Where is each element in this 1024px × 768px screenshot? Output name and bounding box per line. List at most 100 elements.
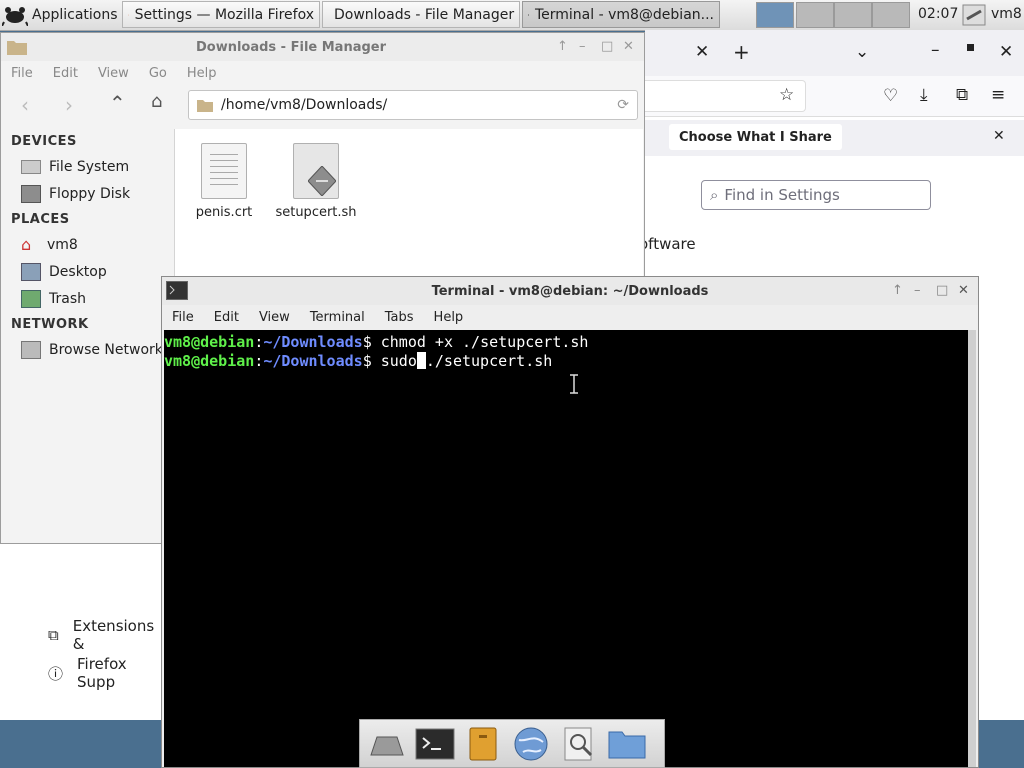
menu-help[interactable]: Help [187,66,217,81]
workspace-4[interactable] [872,2,910,28]
choose-what-i-share-button[interactable]: Choose What I Share [669,124,842,150]
trash-icon [21,289,41,308]
location-bar[interactable]: /home/vm8/Downloads/ ⟳ [188,90,638,120]
close-window-icon[interactable]: ✕ [999,42,1013,62]
minimize-icon[interactable]: – [914,283,921,298]
firefox-sidebar-lower: ⧉ Extensions & ⓘ Firefox Supp [0,543,162,720]
sidebar-item-file-system[interactable]: File System [1,153,174,180]
menu-go[interactable]: Go [149,66,167,81]
applications-label: Applications [32,7,118,23]
close-icon[interactable]: ✕ [958,283,969,298]
find-in-settings-input[interactable]: ⌕ Find in Settings [701,180,931,210]
app-finder-icon[interactable] [556,723,602,765]
applications-menu[interactable]: Applications [2,2,118,28]
pocket-icon[interactable]: ♡ [883,86,898,106]
back-icon[interactable]: ‹ [21,93,29,117]
close-notification-icon[interactable]: ✕ [993,128,1005,144]
workspace-1[interactable] [756,2,794,28]
parent-folder-icon[interactable]: ⌃ [109,91,126,115]
workspace-3[interactable] [834,2,872,28]
window-title: Downloads - File Manager [195,40,387,55]
close-icon[interactable]: ✕ [623,39,634,54]
minimize-icon[interactable]: – [931,40,940,60]
folder-icon[interactable] [604,723,650,765]
shade-icon[interactable]: ↑ [892,283,903,298]
menu-view[interactable]: View [98,66,129,81]
menu-terminal[interactable]: Terminal [300,310,375,325]
task-firefox[interactable]: Settings — Mozilla Firefox [122,1,320,28]
terminal-scrollbar[interactable] [968,330,976,767]
window-title: Terminal - vm8@debian: ~/Downloads [431,284,709,299]
shade-icon[interactable]: ↑ [557,39,568,54]
firefox-support-link[interactable]: ⓘ Firefox Supp [48,655,162,691]
url-bar[interactable]: ☆ [645,80,806,112]
file-name: penis.crt [195,205,253,220]
downloads-icon[interactable]: ⤓ [920,85,928,105]
folder-icon [197,100,213,112]
help-icon: ⓘ [48,664,64,683]
extensions-link[interactable]: ⧉ Extensions & [48,617,162,653]
menu-file[interactable]: File [162,310,204,325]
prompt-dir: ~/Downloads [263,352,363,370]
maximize-icon[interactable]: □ [936,283,948,298]
file-item-penis-crt[interactable]: penis.crt [179,143,269,220]
sidebar-item-desktop[interactable]: Desktop [1,258,174,285]
task-label: Terminal - vm8@debian... [534,6,714,23]
menu-tabs[interactable]: Tabs [375,310,424,325]
maximize-icon[interactable]: □ [601,39,613,54]
workspace-2[interactable] [796,2,834,28]
reload-icon[interactable]: ⟳ [617,97,629,113]
terminal-icon[interactable] [412,723,458,765]
menu-icon[interactable]: ≡ [991,85,1005,105]
sidebar-item-label: File System [49,158,130,175]
sidebar-item-browse-network[interactable]: Browse Network [1,336,174,363]
show-desktop-icon[interactable] [364,723,410,765]
terminal-window: Terminal - vm8@debian: ~/Downloads ↑ – □… [161,276,979,768]
network-icon[interactable] [962,4,986,26]
command-text: sudo [380,352,417,370]
minimize-icon[interactable]: – [579,39,586,54]
terminal-line: vm8@debian:~/Downloads$ sudo ./setupcert.… [164,352,553,370]
prompt-user: vm8@debian [164,333,255,351]
menu-file[interactable]: File [11,66,33,81]
terminal-output[interactable]: vm8@debian:~/Downloads$ chmod +x ./setup… [164,330,968,767]
prompt-symbol: $ [362,352,372,370]
close-tab-icon[interactable]: ✕ [695,42,709,62]
task-file-manager[interactable]: Downloads - File Manager [322,1,520,28]
home-icon[interactable]: ⌂ [151,91,162,112]
file-item-setupcert-sh[interactable]: setupcert.sh [271,143,361,220]
prompt-dir: ~/Downloads [263,333,363,351]
list-tabs-icon[interactable]: ⌄ [855,42,869,62]
menu-edit[interactable]: Edit [204,310,249,325]
link-label: Firefox Supp [77,655,127,691]
menu-view[interactable]: View [249,310,300,325]
dock-panel [359,719,665,768]
sidebar-item-label: Floppy Disk [49,185,131,202]
sidebar-item-trash[interactable]: Trash [1,285,174,312]
menu-edit[interactable]: Edit [53,66,78,81]
sidebar-item-label: Desktop [49,263,107,280]
network-icon [21,340,41,359]
firefox-tabbar: ✕ + ⌄ – ✕ [645,30,1024,76]
task-terminal[interactable]: Terminal - vm8@debian... [522,1,720,28]
shell-script-icon [293,143,339,199]
link-label: Extensions & [72,617,155,653]
bookmark-star-icon[interactable]: ☆ [779,85,794,105]
menu-help[interactable]: Help [424,310,474,325]
task-label: Settings — Mozilla Firefox [134,6,314,23]
file-manager-icon[interactable] [460,723,506,765]
notification-bar: Choose What I Share ✕ [645,120,1024,156]
new-tab-icon[interactable]: + [733,40,750,64]
text-cursor [416,352,426,369]
sidebar-item-label: Browse Network [49,341,163,358]
web-browser-icon[interactable] [508,723,554,765]
location-path: /home/vm8/Downloads/ [221,97,388,113]
command-text-after: ./setupcert.sh [425,352,553,370]
extensions-icon[interactable]: ⧉ [956,85,968,105]
task-label: Downloads - File Manager [334,6,515,23]
forward-icon[interactable]: › [65,93,73,117]
sidebar-item-vm8[interactable]: ⌂ vm8 [1,231,174,258]
maximize-icon[interactable] [967,44,974,51]
sidebar-item-floppy-disk[interactable]: Floppy Disk [1,180,174,207]
user-menu[interactable]: vm8 [991,6,1022,22]
